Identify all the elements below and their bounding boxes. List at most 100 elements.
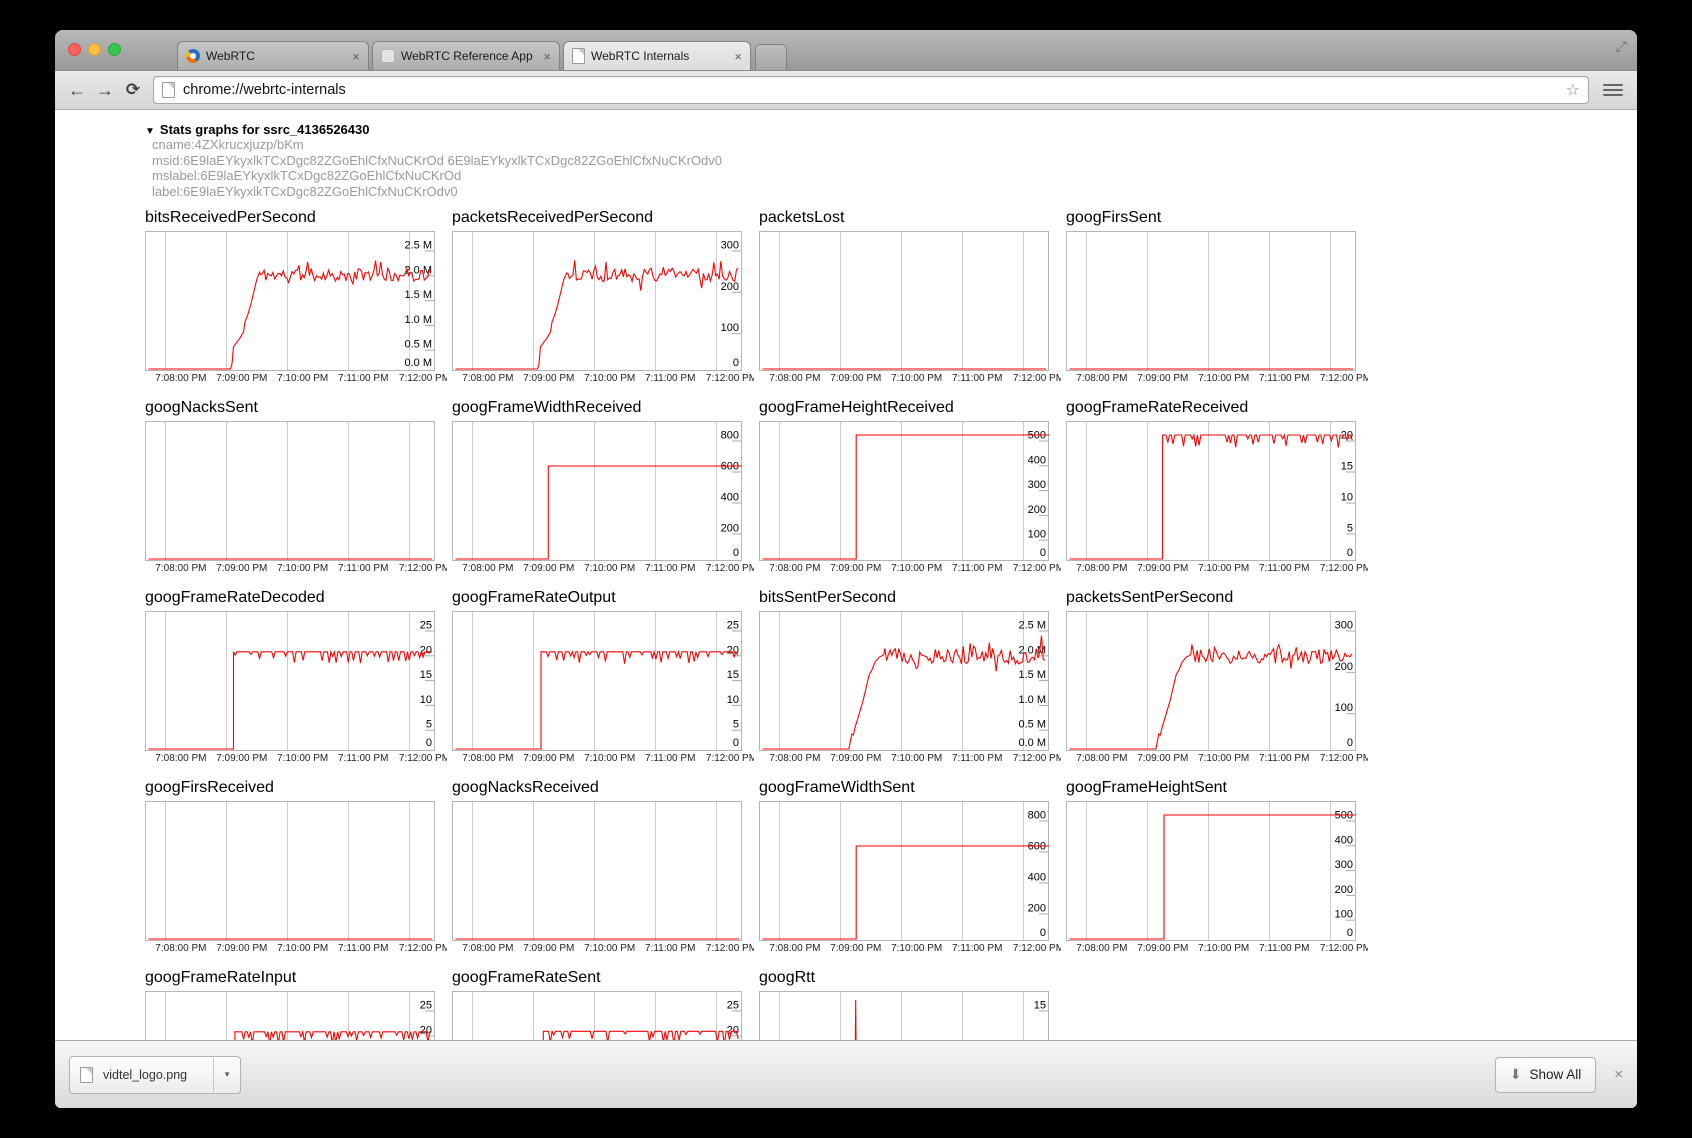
tab-close-icon[interactable]: × xyxy=(543,50,551,63)
minimize-window-button[interactable] xyxy=(88,43,101,56)
svg-text:20: 20 xyxy=(420,644,432,656)
shelf-close-icon[interactable]: × xyxy=(1614,1066,1623,1083)
x-tick-label: 7:12:00 PM xyxy=(706,943,754,954)
chart-googFrameRateInput: googFrameRateInput25201510507:08:00 PM7:… xyxy=(145,969,435,1040)
x-tick-label: 7:08:00 PM xyxy=(769,373,820,384)
x-axis-labels: 7:08:00 PM7:09:00 PM7:10:00 PM7:11:00 PM… xyxy=(452,751,754,765)
chart-plot: 8006004002000 xyxy=(759,801,1049,941)
omnibox[interactable]: chrome://webrtc-internals ☆ xyxy=(153,76,1589,104)
zoom-window-button[interactable] xyxy=(108,43,121,56)
tab-webrtc-internals[interactable]: WebRTC Internals × xyxy=(563,41,751,70)
chart-plot xyxy=(145,801,435,941)
chart-googFrameHeightSent: googFrameHeightSent50040030020010007:08:… xyxy=(1066,779,1356,969)
x-axis-labels: 7:08:00 PM7:09:00 PM7:10:00 PM7:11:00 PM… xyxy=(1066,751,1368,765)
svg-text:400: 400 xyxy=(1028,454,1046,466)
svg-text:100: 100 xyxy=(721,322,739,334)
page-icon xyxy=(162,82,175,98)
svg-text:0.0 M: 0.0 M xyxy=(1018,737,1046,749)
svg-text:400: 400 xyxy=(1335,834,1353,846)
close-window-button[interactable] xyxy=(68,43,81,56)
tab-close-icon[interactable]: × xyxy=(352,50,360,63)
x-tick-label: 7:11:00 PM xyxy=(338,563,388,574)
show-all-button[interactable]: ⬇ Show All xyxy=(1495,1057,1597,1093)
chart-plot: 20151050 xyxy=(1066,421,1356,561)
svg-text:0.0 M: 0.0 M xyxy=(404,357,432,369)
svg-text:0: 0 xyxy=(426,737,432,749)
x-tick-label: 7:12:00 PM xyxy=(399,563,447,574)
svg-text:2.5 M: 2.5 M xyxy=(404,240,432,252)
stats-section-title[interactable]: ▼Stats graphs for ssrc_4136526430 xyxy=(145,122,1637,137)
x-tick-label: 7:10:00 PM xyxy=(277,753,328,764)
forward-button[interactable]: → xyxy=(91,81,119,99)
charts-grid: bitsReceivedPerSecond 2.5 M2.0 M1.5 M1.0 … xyxy=(145,209,1637,1040)
svg-text:0: 0 xyxy=(1347,737,1353,749)
x-tick-label: 7:09:00 PM xyxy=(830,563,881,574)
x-axis-labels: 7:08:00 PM7:09:00 PM7:10:00 PM7:11:00 PM… xyxy=(145,941,447,955)
x-tick-label: 7:10:00 PM xyxy=(891,373,942,384)
chart-title: packetsLost xyxy=(759,209,1049,227)
svg-text:200: 200 xyxy=(1335,884,1353,896)
x-tick-label: 7:12:00 PM xyxy=(706,563,754,574)
chart-title: googFrameRateOutput xyxy=(452,589,742,607)
chart-plot: 2520151050 xyxy=(452,991,742,1040)
svg-text:200: 200 xyxy=(1028,903,1046,915)
chart-title: googFrameRateInput xyxy=(145,969,435,987)
svg-text:15: 15 xyxy=(1341,461,1353,473)
x-tick-label: 7:11:00 PM xyxy=(1259,563,1309,574)
window-controls xyxy=(68,43,121,56)
tab-webrtc[interactable]: WebRTC × xyxy=(177,41,369,70)
url-text[interactable]: chrome://webrtc-internals xyxy=(183,82,1566,98)
x-tick-label: 7:08:00 PM xyxy=(462,753,513,764)
x-tick-label: 7:09:00 PM xyxy=(523,753,574,764)
chart-bitsSentPerSecond: bitsSentPerSecond2.5 M2.0 M1.5 M1.0 M0.5… xyxy=(759,589,1049,779)
chart-plot: 151050 xyxy=(759,991,1049,1040)
x-tick-label: 7:10:00 PM xyxy=(277,563,328,574)
x-tick-label: 7:09:00 PM xyxy=(830,373,881,384)
svg-text:15: 15 xyxy=(1034,1000,1046,1012)
x-axis-labels: 7:08:00 PM7:09:00 PM7:10:00 PM7:11:00 PM… xyxy=(1066,371,1368,385)
disclosure-triangle-icon[interactable]: ▼ xyxy=(145,126,155,137)
back-button[interactable]: ← xyxy=(63,81,91,99)
svg-text:25: 25 xyxy=(727,620,739,632)
chart-plot xyxy=(452,801,742,941)
svg-text:300: 300 xyxy=(1335,859,1353,871)
x-tick-label: 7:09:00 PM xyxy=(523,563,574,574)
chart-googNacksSent: googNacksSent7:08:00 PM7:09:00 PM7:10:00… xyxy=(145,399,435,589)
chart-title: bitsReceivedPerSecond xyxy=(145,209,435,227)
download-item-caret-icon[interactable]: ▾ xyxy=(214,1069,240,1080)
x-tick-label: 7:12:00 PM xyxy=(399,753,447,764)
tab-close-icon[interactable]: × xyxy=(734,50,742,63)
svg-text:2.5 M: 2.5 M xyxy=(1018,620,1046,632)
x-tick-label: 7:08:00 PM xyxy=(155,943,206,954)
tab-label: WebRTC Reference App xyxy=(401,49,535,63)
svg-text:0: 0 xyxy=(733,357,739,369)
svg-text:0: 0 xyxy=(1347,927,1353,939)
reload-button[interactable]: ⟳ xyxy=(119,80,147,100)
fullscreen-icon[interactable]: ⤢ xyxy=(1616,38,1627,55)
stats-meta-mslabel: mslabel:6E9laEYkyxlkTCxDgc82ZGoEhlCfxNuC… xyxy=(152,168,1637,184)
x-tick-label: 7:09:00 PM xyxy=(216,373,267,384)
svg-text:100: 100 xyxy=(1335,909,1353,921)
menu-icon[interactable] xyxy=(1603,84,1623,96)
chart-googFirsReceived: googFirsReceived7:08:00 PM7:09:00 PM7:10… xyxy=(145,779,435,969)
chart-bitsReceivedPerSecond: bitsReceivedPerSecond 2.5 M2.0 M1.5 M1.0 … xyxy=(145,209,435,399)
svg-text:200: 200 xyxy=(721,523,739,535)
chart-googFrameHeightReceived: googFrameHeightReceived50040030020010007… xyxy=(759,399,1049,589)
chart-googFrameRateSent: googFrameRateSent25201510507:08:00 PM7:0… xyxy=(452,969,742,1040)
bookmark-star-icon[interactable]: ☆ xyxy=(1566,80,1580,100)
tab-webrtc-reference-app[interactable]: WebRTC Reference App × xyxy=(372,41,560,70)
x-tick-label: 7:10:00 PM xyxy=(584,373,635,384)
chart-plot: 5004003002001000 xyxy=(759,421,1049,561)
svg-text:15: 15 xyxy=(727,669,739,681)
svg-text:400: 400 xyxy=(1028,872,1046,884)
x-tick-label: 7:12:00 PM xyxy=(1013,373,1061,384)
chart-plot: 2520151050 xyxy=(452,611,742,751)
chart-packetsSentPerSecond: packetsSentPerSecond30020010007:08:00 PM… xyxy=(1066,589,1356,779)
new-tab-button[interactable] xyxy=(755,44,787,70)
chart-googFrameWidthSent: googFrameWidthSent80060040020007:08:00 P… xyxy=(759,779,1049,969)
download-shelf: vidtel_logo.png ▾ ⬇ Show All × xyxy=(55,1040,1637,1108)
download-item-button[interactable]: vidtel_logo.png ▾ xyxy=(69,1056,241,1094)
chart-plot: 2.5 M2.0 M1.5 M1.0 M0.5 M0.0 M xyxy=(145,231,435,371)
chart-title: googFrameWidthReceived xyxy=(452,399,742,417)
x-tick-label: 7:10:00 PM xyxy=(277,373,328,384)
